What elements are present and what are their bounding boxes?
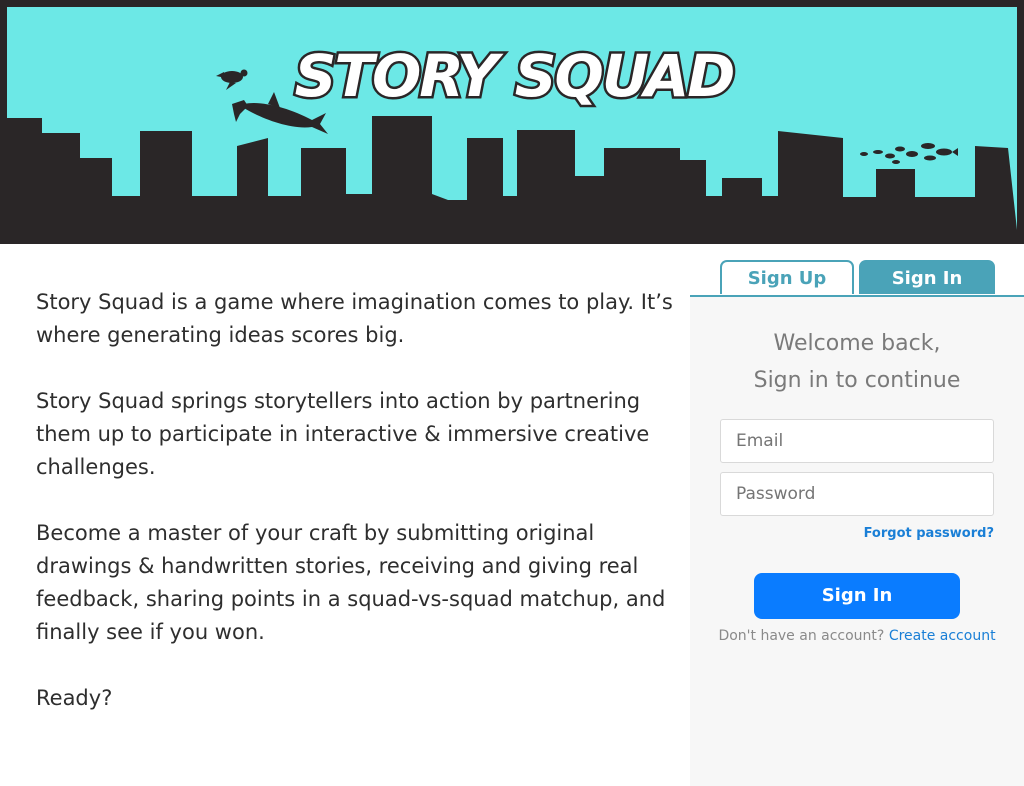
sign-in-button[interactable]: Sign In xyxy=(754,573,960,619)
intro-paragraph: Become a master of your craft by submitt… xyxy=(36,521,666,644)
create-account-link[interactable]: Create account xyxy=(889,628,996,644)
auth-panel: Sign Up Sign In Welcome back, Sign in to… xyxy=(690,244,1024,786)
auth-tabs: Sign Up Sign In xyxy=(690,244,1024,297)
welcome-subheading: Sign in to continue xyxy=(753,368,961,393)
intro-text: Story Squad is a game where imagination … xyxy=(36,286,676,748)
no-account-text: Don't have an account? xyxy=(718,628,885,644)
password-field[interactable] xyxy=(720,472,994,516)
email-field[interactable] xyxy=(720,419,994,463)
no-account-prompt: Don't have an account? Create account xyxy=(690,628,1024,644)
tab-sign-in[interactable]: Sign In xyxy=(859,260,995,294)
forgot-password-link[interactable]: Forgot password? xyxy=(864,526,994,541)
banner-illustration: STORY SQUAD xyxy=(7,7,1017,244)
welcome-heading: Welcome back, xyxy=(773,331,941,356)
tab-sign-up[interactable]: Sign Up xyxy=(720,260,854,294)
header-banner: STORY SQUAD xyxy=(0,0,1024,244)
intro-paragraph: Story Squad springs storytellers into ac… xyxy=(36,389,650,479)
intro-paragraph: Story Squad is a game where imagination … xyxy=(36,290,673,347)
logo: STORY SQUAD xyxy=(295,42,734,110)
intro-ready: Ready? xyxy=(36,686,113,710)
